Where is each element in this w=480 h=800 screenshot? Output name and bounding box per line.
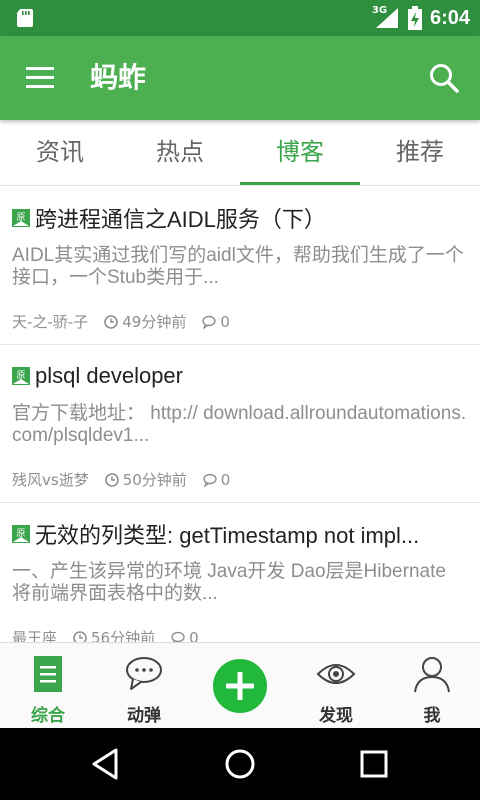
tab-bar: 资讯 热点 博客 推荐 — [0, 120, 480, 186]
status-bar: 3G 6:04 — [0, 0, 480, 36]
app-title: 蚂蚱 — [90, 61, 147, 94]
comment-count: 0 — [189, 628, 199, 643]
post-summary: 官方下载地址： http:// download.allroundautomat… — [12, 403, 467, 446]
post-author: 天-之-骄-子 — [12, 313, 89, 331]
tab-blog[interactable]: 博客 — [240, 120, 360, 185]
search-icon[interactable] — [428, 62, 460, 94]
original-badge-icon: 原 — [12, 525, 30, 543]
nav-label: 动弹 — [127, 706, 161, 726]
home-icon[interactable] — [222, 746, 258, 782]
clock-icon — [104, 314, 119, 329]
post-title[interactable]: 无效的列类型: getTimestamp not impl... — [35, 518, 419, 550]
app-bar: 蚂蚱 — [0, 36, 480, 120]
battery-icon — [407, 6, 422, 30]
eye-icon — [316, 664, 356, 684]
person-icon — [414, 657, 450, 693]
network-type: 3G — [371, 5, 388, 16]
nav-add[interactable] — [192, 643, 288, 728]
comment-icon — [202, 315, 217, 329]
comment-count: 0 — [220, 312, 230, 331]
post-title[interactable]: 跨进程通信之AIDL服务（下） — [35, 202, 326, 234]
comment-count: 0 — [220, 470, 231, 489]
nav-general[interactable]: 综合 — [0, 643, 96, 728]
nav-label: 我 — [423, 706, 441, 726]
bottom-nav: 综合 动弹 发现 我 — [0, 642, 480, 728]
chat-bubble-icon — [126, 657, 162, 690]
nav-tweets[interactable]: 动弹 — [96, 643, 192, 728]
nav-label: 发现 — [319, 706, 353, 726]
post-summary: AIDL其实通过我们写的aidl文件，帮助我们生成了一个接口，一个Stub类用于… — [12, 245, 464, 288]
nav-discover[interactable]: 发现 — [288, 643, 384, 728]
recents-icon[interactable] — [356, 746, 392, 782]
post-time: 49分钟前 — [122, 313, 187, 331]
post-meta: 最王座 56分钟前 0 — [12, 627, 199, 642]
original-badge-icon: 原 — [12, 367, 30, 385]
svg-text:原: 原 — [16, 212, 25, 223]
system-nav-bar — [0, 728, 480, 800]
post-summary: 一、产生该异常的环境 Java开发 Dao层是Hibernate 将前端界面表格… — [12, 561, 446, 604]
nav-me[interactable]: 我 — [384, 643, 480, 728]
post-meta: 天-之-骄-子 49分钟前 0 — [12, 311, 230, 332]
tab-recommend[interactable]: 推荐 — [360, 120, 480, 185]
menu-icon[interactable] — [24, 64, 58, 92]
tab-hot[interactable]: 热点 — [120, 120, 240, 185]
svg-text:原: 原 — [16, 528, 25, 539]
list-item[interactable]: 原 跨进程通信之AIDL服务（下） AIDL其实通过我们写的aidl文件，帮助我… — [0, 187, 480, 345]
tab-news[interactable]: 资讯 — [0, 120, 120, 185]
list-item[interactable]: 原 无效的列类型: getTimestamp not impl... 一、产生该… — [0, 503, 480, 642]
post-time: 56分钟前 — [91, 629, 156, 642]
back-icon[interactable] — [88, 746, 124, 782]
post-author: 最王座 — [12, 629, 58, 642]
add-button[interactable] — [213, 659, 267, 713]
clock: 6:04 — [429, 6, 470, 29]
post-author: 残风vs逝梦 — [12, 471, 89, 489]
post-list: 原 跨进程通信之AIDL服务（下） AIDL其实通过我们写的aidl文件，帮助我… — [0, 187, 480, 642]
nav-label: 综合 — [31, 706, 65, 726]
svg-text:原: 原 — [16, 370, 25, 381]
add-icon — [226, 672, 254, 700]
original-badge-icon: 原 — [12, 209, 30, 227]
sd-card-icon — [17, 9, 33, 27]
post-time: 50分钟前 — [122, 471, 187, 489]
post-title[interactable]: plsql developer — [35, 363, 183, 389]
comment-icon — [203, 473, 217, 487]
post-meta: 残风vs逝梦 50分钟前 0 — [12, 469, 230, 490]
comment-icon — [171, 631, 185, 642]
clock-icon — [104, 472, 119, 487]
clock-icon — [73, 630, 87, 642]
signal-icon: 3G — [371, 5, 400, 30]
document-icon — [34, 656, 62, 692]
list-item[interactable]: 原 plsql developer 官方下载地址： http:// downlo… — [0, 345, 480, 503]
